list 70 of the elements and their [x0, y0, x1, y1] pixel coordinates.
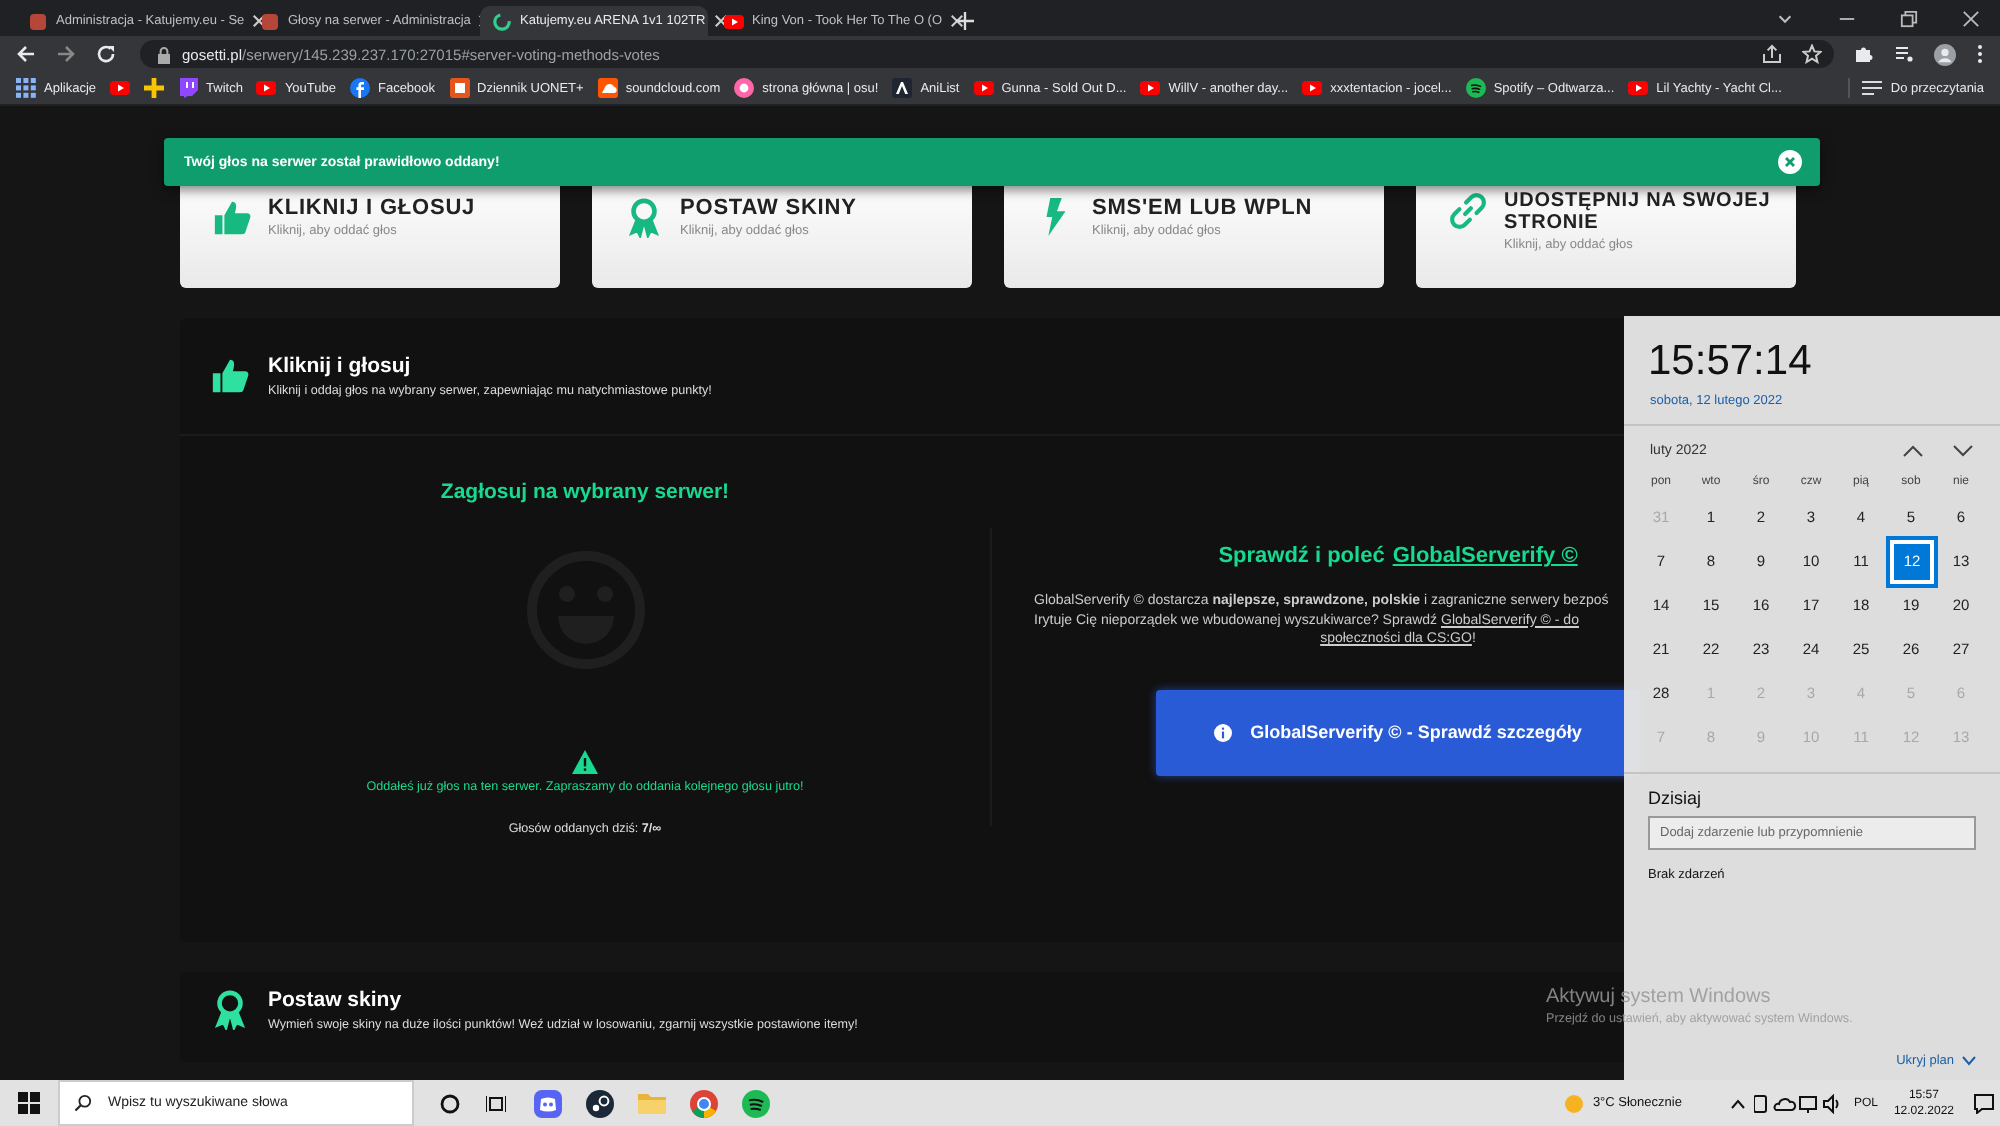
apps-grid-icon — [16, 78, 36, 98]
section-title: Postaw skiny — [268, 988, 404, 1012]
site-icon — [349, 78, 370, 98]
card-title: POSTAW SKINY — [680, 196, 857, 220]
circle-icon[interactable] — [440, 1093, 460, 1113]
music-app-icon[interactable] — [742, 1089, 770, 1117]
tray-icons-drawing[interactable] — [1753, 1093, 1842, 1113]
gamepad-app-icon[interactable] — [586, 1089, 614, 1117]
reload-icon[interactable] — [96, 44, 116, 64]
section-title: Kliknij i głosuj — [268, 354, 413, 378]
globalserverify-link[interactable]: GlobalServerify © — [1392, 544, 1578, 568]
ribbon-icon — [210, 990, 250, 1030]
thumbs-up-icon — [212, 198, 252, 238]
play-icon — [1628, 78, 1649, 98]
card-title: UDOSTĘPNIJ NA SWOJEJ STRONIE — [1504, 190, 1773, 234]
sound-waves-icon — [1465, 78, 1486, 98]
promo-heading: Sprawdź i poleć — [1218, 544, 1385, 568]
chevron-up-icon[interactable] — [1729, 1097, 1746, 1109]
browser-app-icon[interactable] — [690, 1089, 718, 1117]
play-icon — [724, 11, 744, 31]
chat-app-icon[interactable] — [534, 1089, 562, 1117]
ribbon-icon — [624, 198, 664, 238]
more-options-icon[interactable] — [1976, 44, 1984, 64]
list-icon — [1862, 78, 1883, 98]
chain-link-icon — [1448, 192, 1488, 232]
chevron-up-icon[interactable] — [1902, 444, 1924, 458]
clock-time: 15:57:14 — [1646, 336, 1814, 386]
card-title: KLIKNIJ I GŁOSUJ — [268, 196, 476, 220]
play-icon — [1302, 78, 1323, 98]
plus-icon — [144, 78, 165, 98]
site-icon — [449, 78, 470, 98]
info-icon — [1214, 723, 1233, 741]
vote-heading: Zagłosuj na wybrany serwer! — [440, 480, 730, 504]
play-icon — [110, 78, 131, 98]
plus-icon[interactable] — [956, 12, 974, 30]
playlist-icon[interactable] — [1894, 44, 1914, 64]
cloud-icon — [597, 78, 618, 98]
chevron-down-icon[interactable] — [1952, 444, 1974, 458]
restore-icon[interactable] — [1900, 9, 1918, 27]
site-icon — [28, 11, 48, 31]
star-icon[interactable] — [1802, 44, 1822, 64]
puzzle-icon[interactable] — [1854, 44, 1874, 64]
close-icon[interactable] — [713, 14, 728, 28]
warning-icon — [572, 750, 598, 774]
agenda-title: Dzisiaj — [1648, 788, 1704, 808]
lock-icon — [156, 45, 172, 63]
site-icon — [260, 11, 280, 31]
play-icon — [973, 78, 994, 98]
share-icon[interactable] — [1762, 44, 1782, 64]
card-title: SMS'EM LUB WPLN — [1092, 196, 1313, 220]
site-icon — [892, 78, 913, 98]
play-icon — [256, 78, 277, 98]
loading-icon — [492, 11, 512, 31]
thumbs-up-icon — [210, 356, 250, 396]
search-icon — [74, 1094, 92, 1112]
play-icon — [1140, 78, 1161, 98]
close-icon[interactable] — [252, 14, 267, 28]
chat-bubble-icon — [178, 78, 199, 98]
bookmark[interactable] — [144, 78, 165, 98]
avatar-icon[interactable] — [1934, 43, 1956, 65]
circle-icon — [734, 78, 755, 98]
bookmark[interactable] — [110, 78, 131, 98]
chevron-down-icon — [1962, 1056, 1976, 1066]
forward-arrow-icon[interactable] — [56, 44, 76, 64]
close-icon[interactable] — [1962, 9, 1980, 27]
windows-logo-icon[interactable] — [18, 1092, 40, 1114]
close-icon[interactable] — [950, 14, 965, 28]
back-arrow-icon[interactable] — [16, 44, 36, 64]
notification-icon[interactable] — [1974, 1093, 1994, 1113]
task-view-icon[interactable] — [486, 1093, 506, 1113]
